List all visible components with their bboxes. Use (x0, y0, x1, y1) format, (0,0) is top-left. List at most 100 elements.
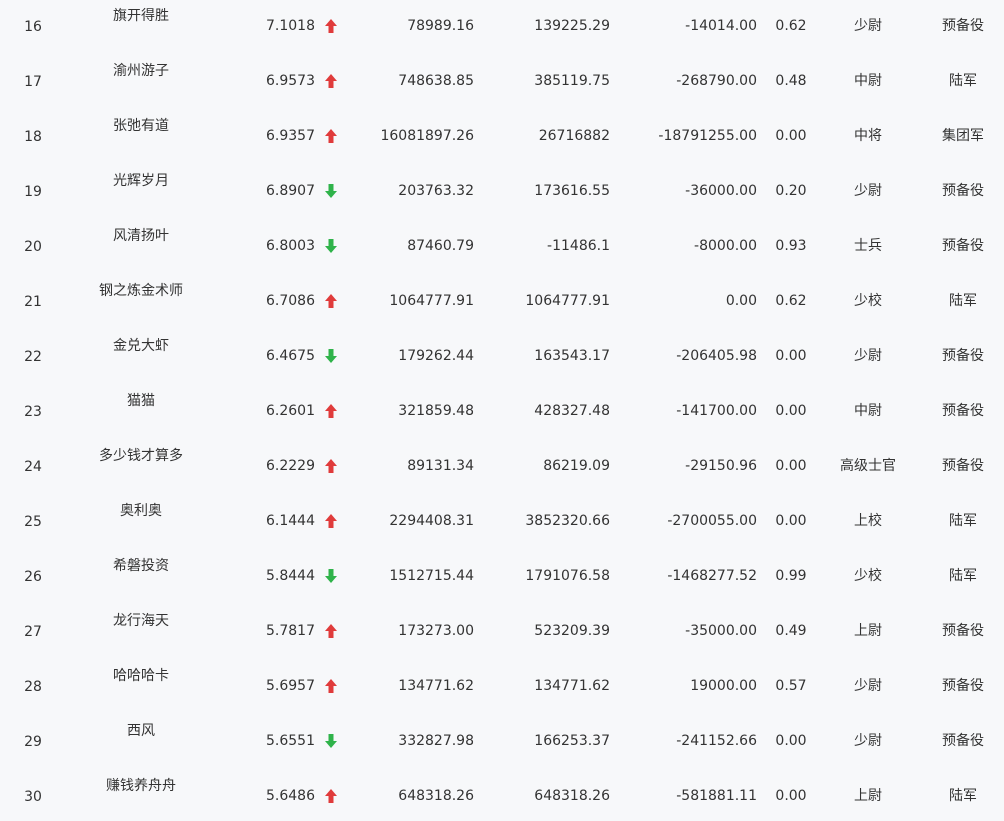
player-name[interactable]: 渝州游子 (82, 62, 200, 80)
player-name[interactable]: 张弛有道 (82, 117, 200, 135)
trend-up-icon (324, 73, 340, 89)
ratio-value: 0.99 (775, 568, 807, 584)
ratio-value: 0.00 (775, 458, 807, 474)
branch-label: 陆军 (949, 293, 977, 309)
military-rank: 上尉 (854, 788, 882, 804)
score-value: 6.1444 (266, 513, 315, 529)
player-name[interactable]: 猫猫 (82, 392, 200, 410)
value-col-1: 89131.34 (407, 458, 474, 474)
table-row[interactable]: 23 猫猫 6.2601 321859.48 428327.48 -141700… (0, 380, 1004, 435)
player-name[interactable]: 赚钱养舟舟 (82, 777, 200, 795)
table-row[interactable]: 17 渝州游子 6.9573 748638.85 385119.75 -2687… (0, 50, 1004, 105)
branch-label: 预备役 (942, 458, 984, 474)
player-name[interactable]: 旗开得胜 (82, 7, 200, 25)
value-col-3: -1468277.52 (667, 568, 757, 584)
value-col-3: -241152.66 (676, 733, 757, 749)
ratio-value: 0.49 (775, 623, 807, 639)
rank-number: 23 (24, 404, 42, 420)
table-row[interactable]: 29 西风 5.6551 332827.98 166253.37 -241152… (0, 710, 1004, 765)
trend-up-icon (324, 293, 340, 309)
ratio-value: 0.00 (775, 733, 807, 749)
branch-label: 预备役 (942, 183, 984, 199)
table-row[interactable]: 20 风清扬叶 6.8003 87460.79 -11486.1 -8000.0… (0, 215, 1004, 270)
table-row[interactable]: 21 钢之炼金术师 6.7086 1064777.91 1064777.91 0… (0, 270, 1004, 325)
value-col-1: 2294408.31 (389, 513, 474, 529)
score-value: 6.8003 (266, 238, 315, 254)
trend-down-icon (324, 238, 340, 254)
player-name[interactable]: 西风 (82, 722, 200, 740)
value-col-2: 166253.37 (534, 733, 610, 749)
player-name[interactable]: 光辉岁月 (82, 172, 200, 190)
player-name[interactable]: 金兑大虾 (82, 337, 200, 355)
player-name[interactable]: 哈哈哈卡 (82, 667, 200, 685)
value-col-2: 3852320.66 (525, 513, 610, 529)
table-row[interactable]: 18 张弛有道 6.9357 16081897.26 26716882 -187… (0, 105, 1004, 160)
value-col-2: 26716882 (538, 128, 610, 144)
score-value: 6.2601 (266, 403, 315, 419)
trend-down-icon (324, 568, 340, 584)
ratio-value: 0.57 (775, 678, 807, 694)
ratio-value: 0.00 (775, 348, 807, 364)
rank-number: 19 (24, 184, 42, 200)
value-col-3: -36000.00 (685, 183, 757, 199)
table-row[interactable]: 16 旗开得胜 7.1018 78989.16 139225.29 -14014… (0, 0, 1004, 50)
player-name[interactable]: 多少钱才算多 (82, 447, 200, 465)
rank-number: 25 (24, 514, 42, 530)
trend-up-icon (324, 18, 340, 34)
player-name[interactable]: 希磐投资 (82, 557, 200, 575)
branch-label: 预备役 (942, 238, 984, 254)
branch-label: 预备役 (942, 348, 984, 364)
table-row[interactable]: 28 哈哈哈卡 5.6957 134771.62 134771.62 19000… (0, 655, 1004, 710)
military-rank: 上校 (854, 513, 882, 529)
military-rank: 少校 (854, 293, 882, 309)
value-col-2: -11486.1 (547, 238, 610, 254)
table-row[interactable]: 30 赚钱养舟舟 5.6486 648318.26 648318.26 -581… (0, 765, 1004, 820)
military-rank: 中将 (854, 128, 882, 144)
rank-number: 24 (24, 459, 42, 475)
ratio-value: 0.62 (775, 18, 807, 34)
player-name[interactable]: 风清扬叶 (82, 227, 200, 245)
ratio-value: 0.93 (775, 238, 807, 254)
rank-number: 29 (24, 734, 42, 750)
value-col-1: 203763.32 (398, 183, 474, 199)
value-col-3: -206405.98 (676, 348, 757, 364)
value-col-3: -35000.00 (685, 623, 757, 639)
value-col-1: 16081897.26 (380, 128, 474, 144)
value-col-1: 134771.62 (398, 678, 474, 694)
value-col-3: -2700055.00 (667, 513, 757, 529)
ratio-value: 0.20 (775, 183, 807, 199)
military-rank: 少尉 (854, 348, 882, 364)
table-row[interactable]: 24 多少钱才算多 6.2229 89131.34 86219.09 -2915… (0, 435, 1004, 490)
ratio-value: 0.48 (775, 73, 807, 89)
table-row[interactable]: 19 光辉岁月 6.8907 203763.32 173616.55 -3600… (0, 160, 1004, 215)
table-row[interactable]: 27 龙行海天 5.7817 173273.00 523209.39 -3500… (0, 600, 1004, 655)
branch-label: 陆军 (949, 73, 977, 89)
player-name[interactable]: 龙行海天 (82, 612, 200, 630)
value-col-2: 1791076.58 (525, 568, 610, 584)
value-col-1: 87460.79 (407, 238, 474, 254)
ratio-value: 0.00 (775, 788, 807, 804)
rank-number: 17 (24, 74, 42, 90)
branch-label: 预备役 (942, 18, 984, 34)
value-col-2: 648318.26 (534, 788, 610, 804)
rank-number: 27 (24, 624, 42, 640)
branch-label: 预备役 (942, 733, 984, 749)
rank-number: 16 (24, 19, 42, 35)
value-col-1: 1064777.91 (389, 293, 474, 309)
value-col-3: -18791255.00 (658, 128, 757, 144)
value-col-2: 163543.17 (534, 348, 610, 364)
value-col-1: 748638.85 (398, 73, 474, 89)
rank-number: 21 (24, 294, 42, 310)
table-row[interactable]: 22 金兑大虾 6.4675 179262.44 163543.17 -2064… (0, 325, 1004, 380)
player-name[interactable]: 钢之炼金术师 (82, 282, 200, 300)
trend-down-icon (324, 183, 340, 199)
value-col-3: -268790.00 (676, 73, 757, 89)
branch-label: 预备役 (942, 678, 984, 694)
table-row[interactable]: 25 奥利奥 6.1444 2294408.31 3852320.66 -270… (0, 490, 1004, 545)
player-name[interactable]: 奥利奥 (82, 502, 200, 520)
value-col-3: -14014.00 (685, 18, 757, 34)
table-row[interactable]: 26 希磐投资 5.8444 1512715.44 1791076.58 -14… (0, 545, 1004, 600)
military-rank: 中尉 (854, 73, 882, 89)
score-value: 6.9573 (266, 73, 315, 89)
trend-down-icon (324, 733, 340, 749)
